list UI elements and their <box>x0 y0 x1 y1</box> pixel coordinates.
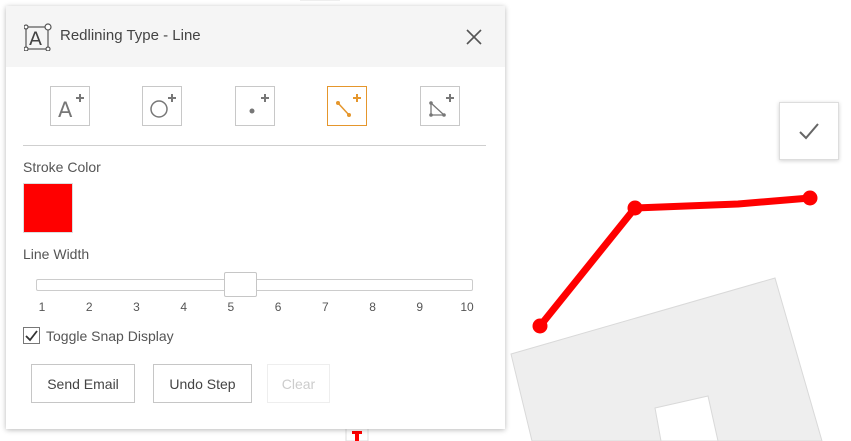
add-line-icon <box>336 94 361 117</box>
redline-vertex[interactable] <box>532 318 548 334</box>
add-point-icon <box>249 94 269 114</box>
add-polygon-icon <box>429 94 454 117</box>
slider-tick-label: 4 <box>180 300 187 314</box>
redline-vertex[interactable] <box>627 200 643 216</box>
send-email-button[interactable]: Send Email <box>31 364 135 403</box>
redlining-panel: A Redlining Type - Line A Stroke Color L… <box>6 6 505 429</box>
tool-text-button[interactable]: A <box>50 86 90 126</box>
slider-tick-label: 8 <box>369 300 376 314</box>
line-width-slider-handle[interactable] <box>224 272 258 297</box>
redline-vertex[interactable] <box>802 190 818 206</box>
svg-text:A: A <box>29 28 42 50</box>
clear-button[interactable]: Clear <box>267 364 330 403</box>
redlining-text-icon: A <box>24 23 52 51</box>
slider-tick-label: 5 <box>227 300 235 314</box>
close-icon[interactable] <box>464 27 484 47</box>
slider-tick-label: 9 <box>416 300 424 314</box>
divider <box>23 145 486 146</box>
add-circle-icon <box>150 94 176 118</box>
panel-header: A Redlining Type - Line <box>6 6 505 67</box>
panel-title: Redlining Type - Line <box>60 27 201 44</box>
snap-checkbox[interactable] <box>23 327 40 344</box>
slider-tick-label: 1 <box>38 300 46 314</box>
tool-circle-button[interactable] <box>142 86 182 126</box>
undo-step-button[interactable]: Undo Step <box>153 364 252 403</box>
line-width-label: Line Width <box>23 246 90 262</box>
checkmark-icon <box>799 123 819 140</box>
confirm-button[interactable] <box>779 102 839 160</box>
stroke-color-label: Stroke Color <box>23 159 101 175</box>
svg-text:A: A <box>58 98 73 121</box>
map-marker-stem <box>355 431 359 441</box>
tool-polygon-button[interactable] <box>420 86 460 126</box>
slider-tick-label: 6 <box>274 300 282 314</box>
add-text-icon: A <box>58 94 84 121</box>
slider-tick-label: 10 <box>460 300 474 314</box>
check-icon <box>25 330 38 342</box>
slider-tick-label: 2 <box>85 300 93 314</box>
slider-tick-label: 3 <box>133 300 140 314</box>
slider-tick-label: 7 <box>321 300 329 314</box>
stroke-color-swatch[interactable] <box>23 183 73 233</box>
tool-point-button[interactable] <box>235 86 275 126</box>
snap-checkbox-label[interactable]: Toggle Snap Display <box>46 328 174 344</box>
tool-row: A <box>6 86 505 126</box>
tool-line-button[interactable] <box>327 86 367 126</box>
